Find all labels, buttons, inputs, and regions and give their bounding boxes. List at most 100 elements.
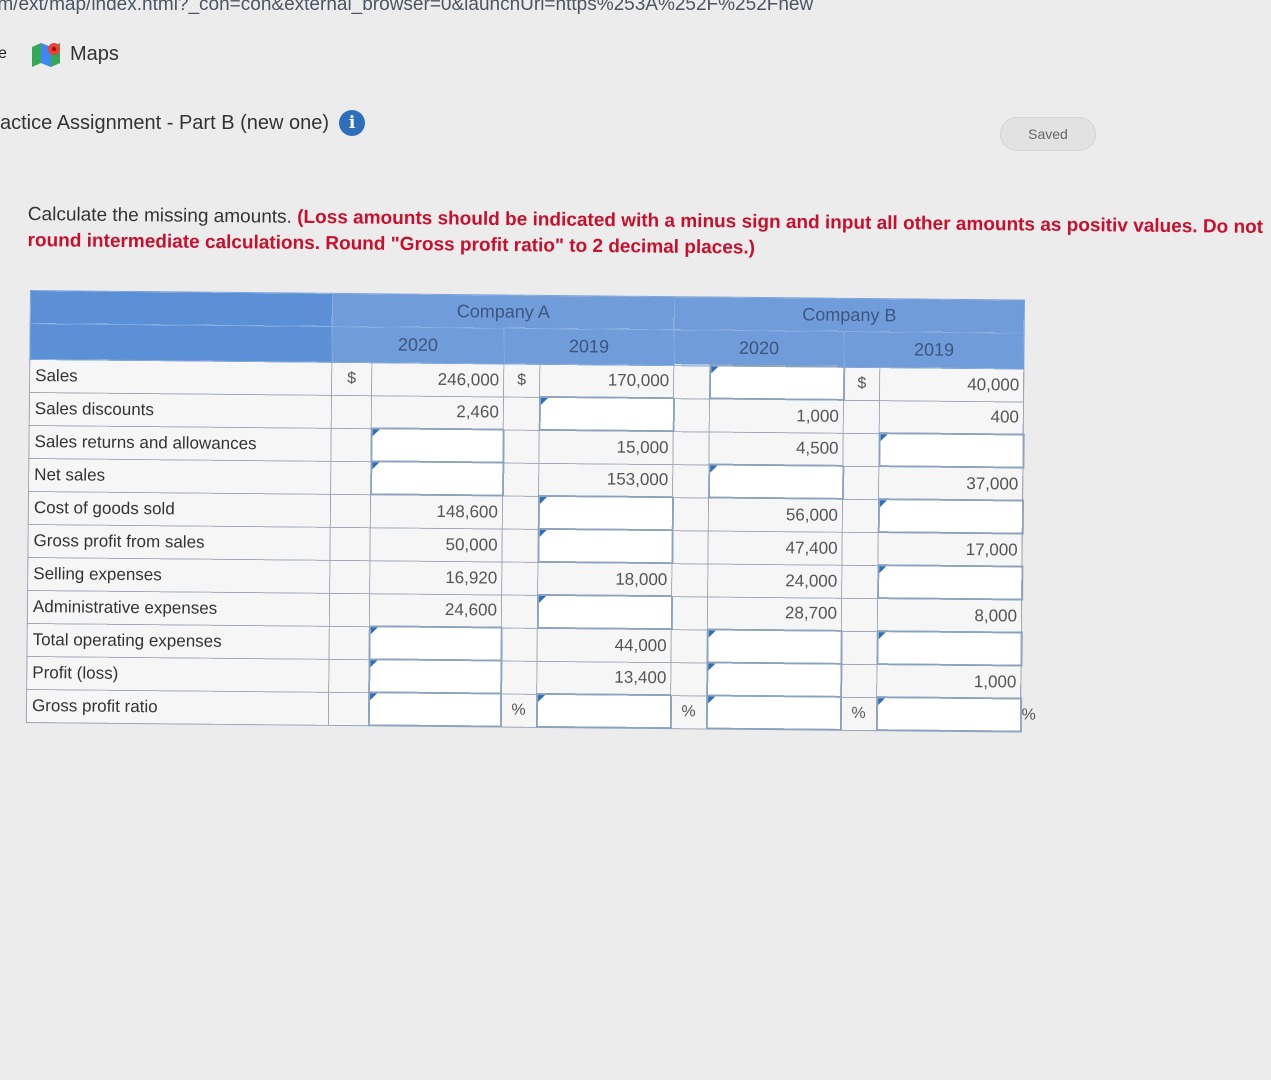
answer-input-b2020[interactable] — [706, 695, 841, 730]
worksheet-grid: Company A Company B 2020 2019 2020 2019 … — [26, 290, 1036, 733]
answer-input-a2020[interactable] — [370, 428, 504, 463]
spacer-cell — [673, 365, 710, 399]
given-value-a2019: 44,000 — [536, 627, 672, 663]
spacer-cell — [501, 528, 539, 562]
row-label: Gross profit from sales — [27, 523, 331, 560]
answer-input-b2019[interactable] — [877, 565, 1023, 600]
given-value-b2020: 1,000 — [709, 398, 844, 433]
given-value-a2019: 153,000 — [538, 462, 673, 498]
spacer-cell — [500, 627, 538, 661]
spacer-cell — [672, 497, 709, 531]
company-b-header: Company B — [674, 296, 1025, 334]
answer-input-a2019[interactable] — [538, 495, 673, 531]
given-value-b2020: 24,000 — [707, 563, 842, 598]
answer-input-a2020[interactable] — [370, 461, 503, 496]
answer-input-b2020[interactable] — [709, 365, 844, 400]
info-icon[interactable]: i — [339, 110, 366, 136]
spacer-cell — [329, 559, 370, 594]
tab-edge-text: e — [0, 45, 7, 62]
assignment-header: actice Assignment - Part B (new one) i — [0, 110, 366, 136]
answer-input-a2019[interactable] — [539, 396, 674, 432]
given-value-a2020: 50,000 — [369, 527, 503, 562]
spacer-cell — [840, 663, 877, 698]
answer-input-a2019[interactable] — [537, 528, 673, 564]
percent-symbol: % — [670, 695, 707, 729]
currency-symbol: $ — [331, 361, 372, 396]
spacer-cell — [330, 493, 371, 528]
answer-input-a2020[interactable] — [368, 626, 502, 661]
spacer-cell — [670, 629, 708, 663]
address-bar-text: .com/ext/map/index.html?_con=con&externa… — [0, 0, 814, 15]
answer-input-a2019[interactable] — [536, 693, 671, 729]
answer-input-a2020[interactable] — [368, 692, 501, 727]
spacer-cell — [330, 460, 371, 495]
spacer-cell — [500, 660, 537, 694]
given-value-b2019: 37,000 — [878, 466, 1023, 501]
spacer-cell — [670, 662, 707, 696]
address-bar[interactable]: .com/ext/map/index.html?_con=con&externa… — [0, 0, 1271, 22]
answer-input-a2019[interactable] — [537, 594, 672, 630]
spacer-cell — [671, 530, 709, 564]
answer-input-b2019[interactable] — [876, 631, 1022, 666]
given-value-a2019: 170,000 — [539, 363, 674, 399]
answer-input-b2019[interactable] — [878, 499, 1023, 534]
percent-symbol: % — [840, 696, 877, 731]
row-label: Total operating expenses — [26, 622, 330, 659]
answer-input-b2019[interactable] — [876, 697, 1021, 732]
year-header-a-2019: 2019 — [503, 328, 675, 366]
answer-input-b2020[interactable] — [706, 629, 842, 664]
spacer-cell — [673, 398, 710, 432]
given-value-b2020: 56,000 — [708, 497, 843, 532]
row-label: Net sales — [28, 457, 331, 494]
income-statement-table: Company A Company B 2020 2019 2020 2019 … — [26, 290, 1036, 733]
year-header-b-2020: 2020 — [673, 329, 845, 367]
spacer-cell — [328, 625, 370, 660]
assignment-title: actice Assignment - Part B (new one) — [0, 111, 330, 134]
spacer-cell — [842, 465, 879, 500]
given-value-a2020: 148,600 — [370, 494, 503, 529]
spacer-cell — [841, 531, 879, 566]
given-value-a2019: 15,000 — [538, 429, 674, 465]
row-label: Profit (loss) — [26, 655, 329, 692]
maps-logo-icon — [30, 41, 62, 67]
given-value-b2019: 8,000 — [877, 598, 1022, 633]
percent-symbol: % — [500, 693, 537, 727]
currency-symbol: $ — [843, 366, 880, 401]
saved-status-badge: Saved — [1000, 117, 1096, 151]
row-label: Sales returns and allowances — [28, 424, 332, 461]
tab-title: Maps — [70, 42, 119, 65]
currency-symbol: $ — [503, 363, 540, 397]
spacer-cell — [841, 597, 878, 632]
answer-input-a2020[interactable] — [368, 659, 501, 694]
header-blank — [30, 290, 333, 327]
instructions-text: Calculate the missing amounts. — [27, 203, 298, 228]
spacer-cell — [503, 396, 540, 430]
given-value-a2020: 2,460 — [371, 395, 504, 430]
given-value-b2020: 28,700 — [707, 596, 842, 631]
given-value-a2020: 16,920 — [369, 560, 502, 595]
row-label: Cost of goods sold — [28, 490, 331, 527]
row-label: Sales — [29, 359, 332, 395]
spacer-cell — [502, 462, 539, 496]
spacer-cell — [501, 594, 538, 628]
given-value-b2020: 47,400 — [707, 530, 843, 565]
company-a-header: Company A — [332, 293, 675, 330]
spacer-cell — [329, 526, 371, 561]
header-blank — [29, 323, 333, 362]
given-value-b2019: 400 — [879, 400, 1024, 435]
browser-tab[interactable]: e Maps — [0, 34, 300, 74]
row-label: Gross profit ratio — [26, 688, 329, 725]
spacer-cell — [329, 592, 370, 627]
answer-input-b2020[interactable] — [708, 464, 843, 499]
answer-input-b2020[interactable] — [706, 662, 841, 697]
row-label: Administrative expenses — [27, 589, 330, 626]
given-value-b2019: 40,000 — [879, 367, 1024, 402]
spacer-cell — [330, 427, 372, 462]
given-value-a2019: 18,000 — [537, 561, 672, 597]
spacer-cell — [672, 431, 710, 465]
spacer-cell — [328, 691, 369, 726]
answer-input-b2019[interactable] — [878, 433, 1024, 468]
row-label: Sales discounts — [29, 392, 332, 428]
given-value-b2019: 17,000 — [877, 532, 1023, 567]
spacer-cell — [502, 429, 540, 463]
